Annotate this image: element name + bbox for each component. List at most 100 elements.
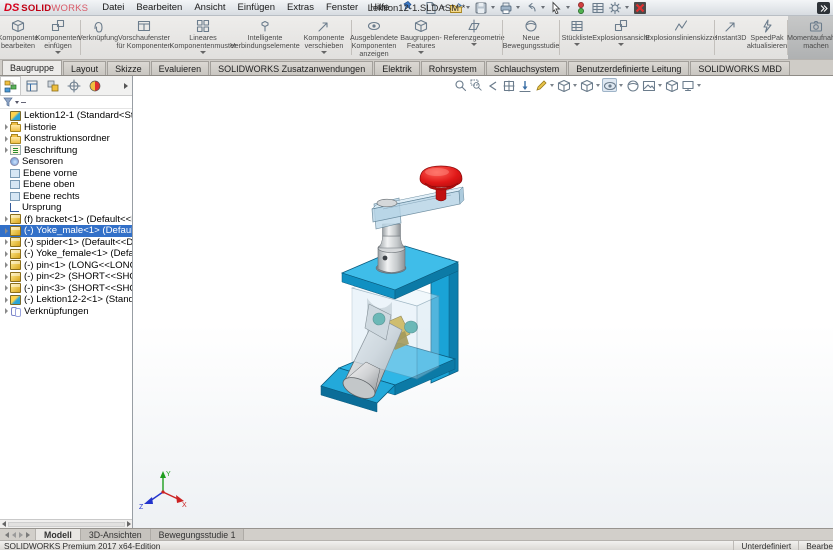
tree-filter-row[interactable] <box>0 96 132 109</box>
options-caret-icon[interactable] <box>625 6 629 9</box>
tab-dimxpertmanager[interactable] <box>63 76 84 95</box>
model-crank-handle[interactable] <box>372 187 464 229</box>
tab-layout[interactable]: Layout <box>63 61 106 75</box>
normal-to-icon[interactable] <box>517 78 532 92</box>
ribbon-komponente-bearbeiten[interactable]: Komponente bearbeiten <box>0 16 36 59</box>
tree-item-beschriftung[interactable]: Beschriftung <box>0 145 132 157</box>
model-universal-joint-assembly[interactable]: Y X Z <box>133 76 833 528</box>
ribbon-explosionsansicht[interactable]: Explosionsansicht <box>594 16 648 59</box>
tree-item-ebene-vorne[interactable]: Ebene vorne <box>0 168 132 180</box>
print-caret-icon[interactable] <box>516 6 520 9</box>
model-shaft[interactable] <box>378 224 405 273</box>
caret-down-icon[interactable] <box>321 51 327 54</box>
tab-skizze[interactable]: Skizze <box>107 61 150 75</box>
tree-horizontal-scrollbar[interactable] <box>0 519 133 528</box>
ribbon-verknuepfung[interactable]: Verknüpfung <box>81 16 115 59</box>
scrollbar-track[interactable] <box>8 522 125 527</box>
tree-item-ebene-rechts[interactable]: Ebene rechts <box>0 191 132 203</box>
caret-down-icon[interactable] <box>574 43 580 46</box>
display-style-icon[interactable] <box>579 78 594 92</box>
menu-fenster[interactable]: Fenster <box>320 1 364 14</box>
close-red-x-icon[interactable] <box>632 2 646 14</box>
tree-item-yoke-female[interactable]: (-) Yoke_female<1> (Default<<Defaul <box>0 248 132 260</box>
tab-displaymanager[interactable] <box>84 76 105 95</box>
filter-caret-icon[interactable] <box>15 101 19 104</box>
ribbon-momentaufnahme[interactable]: Momentaufnahme machen <box>788 16 833 59</box>
expand-arrow-icon[interactable] <box>2 308 10 314</box>
caret-down-icon[interactable] <box>200 51 206 54</box>
undo-caret-icon[interactable] <box>541 6 545 9</box>
view-settings-icon[interactable] <box>664 78 679 92</box>
caret-down-icon[interactable] <box>471 43 477 46</box>
options-gear-icon[interactable] <box>607 2 621 14</box>
tree-item-yoke-male-selected[interactable]: (-) Yoke_male<1> (Default<<Default> <box>0 225 132 237</box>
tab-zusatzanwendungen[interactable]: SOLIDWORKS Zusatzanwendungen <box>210 61 373 75</box>
expand-arrow-icon[interactable] <box>2 147 10 153</box>
expand-arrow-icon[interactable] <box>2 239 10 245</box>
expand-arrow-icon[interactable] <box>2 216 10 222</box>
menu-einfuegen[interactable]: Einfügen <box>232 1 282 14</box>
edit-appearance-icon[interactable] <box>625 78 640 92</box>
print-icon[interactable] <box>498 2 512 14</box>
expand-titlebar-icon[interactable] <box>817 2 830 14</box>
tree-item-verknuepfungen[interactable]: Verknüpfungen <box>0 306 132 318</box>
ribbon-intelligente-verbindungselemente[interactable]: Intelligente Verbindungselemente <box>233 16 297 59</box>
tree-item-pin1[interactable]: (-) pin<1> (LONG<<LONG>_Display S <box>0 260 132 272</box>
tab-baugruppe[interactable]: Baugruppe <box>2 60 62 75</box>
tree-item-bracket[interactable]: (f) bracket<1> (Default<<Default>_Di <box>0 214 132 226</box>
tree-item-historie[interactable]: Historie <box>0 122 132 134</box>
prev-tab-icon[interactable] <box>12 532 16 538</box>
tree-root[interactable]: Lektion12-1 (Standard<Standard_Anzeige <box>0 110 132 122</box>
tab-elektrik[interactable]: Elektrik <box>374 61 420 75</box>
tree-item-sensoren[interactable]: Sensoren <box>0 156 132 168</box>
ribbon-explosionslinienskizze[interactable]: Explosionslinienskizze <box>648 16 714 59</box>
monitor-icon[interactable] <box>680 78 695 92</box>
caret-down-icon[interactable] <box>55 51 61 54</box>
tab-solidworks-mbd[interactable]: SOLIDWORKS MBD <box>690 61 790 75</box>
open-file-caret-icon[interactable] <box>466 6 470 9</box>
menu-extras[interactable]: Extras <box>281 1 320 14</box>
expand-arrow-icon[interactable] <box>2 274 10 280</box>
ribbon-referenzgeometrie[interactable]: Referenzgeometrie <box>446 16 502 59</box>
tab-featuremanager-tree[interactable] <box>0 76 21 95</box>
tree-item-pin3[interactable]: (-) pin<3> (SHORT<<SHORT>_Displa <box>0 283 132 295</box>
save-icon[interactable] <box>473 2 487 14</box>
ribbon-komponente-verschieben[interactable]: Komponente verschieben <box>297 16 351 59</box>
apply-scene-icon[interactable] <box>641 78 656 92</box>
tree-item-spider[interactable]: (-) spider<1> (Default<<Default>_Dis <box>0 237 132 249</box>
tab-configurationmanager[interactable] <box>42 76 63 95</box>
first-tab-icon[interactable] <box>5 532 9 538</box>
expand-arrow-icon[interactable] <box>2 136 10 142</box>
tab-3d-ansichten[interactable]: 3D-Ansichten <box>81 529 151 540</box>
tab-rohrsystem[interactable]: Rohrsystem <box>421 61 485 75</box>
ribbon-baugruppen-features[interactable]: Baugruppen-Features <box>396 16 446 59</box>
ribbon-vorschaufenster[interactable]: Vorschaufenster für Komponenten <box>115 16 173 59</box>
expand-arrow-icon[interactable] <box>2 228 10 234</box>
ribbon-lineares-komponentenmuster[interactable]: Lineares Komponentenmuster <box>173 16 233 59</box>
caret-down-icon[interactable] <box>619 84 623 87</box>
hide-show-items-icon[interactable] <box>602 78 617 92</box>
caret-down-icon[interactable] <box>697 84 701 87</box>
select-caret-icon[interactable] <box>566 6 570 9</box>
panel-expand-chevron-icon[interactable] <box>120 76 132 95</box>
menu-datei[interactable]: Datei <box>96 1 130 14</box>
zoom-to-fit-icon[interactable] <box>453 78 468 92</box>
rebuild-icon[interactable] <box>573 2 587 14</box>
select-cursor-icon[interactable] <box>548 2 562 14</box>
scroll-right-icon[interactable] <box>127 521 131 527</box>
tab-propertymanager[interactable] <box>21 76 42 95</box>
tab-benutzerdefinierte-leitung[interactable]: Benutzerdefinierte Leitung <box>568 61 689 75</box>
previous-view-icon[interactable] <box>485 78 500 92</box>
expand-arrow-icon[interactable] <box>2 262 10 268</box>
expand-arrow-icon[interactable] <box>2 285 10 291</box>
expand-arrow-icon[interactable] <box>2 297 10 303</box>
ribbon-speedpak[interactable]: SpeedPak aktualisieren <box>747 16 787 59</box>
ribbon-ausgeblendete-komponenten[interactable]: Ausgeblendete Komponenten anzeigen <box>352 16 396 59</box>
tree-item-pin2[interactable]: (-) pin<2> (SHORT<<SHORT>_Displa <box>0 271 132 283</box>
graphics-viewport[interactable]: Y X Z <box>133 76 833 528</box>
menu-ansicht[interactable]: Ansicht <box>188 1 231 14</box>
tab-schlauchsystem[interactable]: Schlauchsystem <box>486 61 568 75</box>
next-tab-icon[interactable] <box>19 532 23 538</box>
caret-down-icon[interactable] <box>596 84 600 87</box>
ribbon-komponenten-einfuegen[interactable]: Komponenten einfügen <box>36 16 80 59</box>
